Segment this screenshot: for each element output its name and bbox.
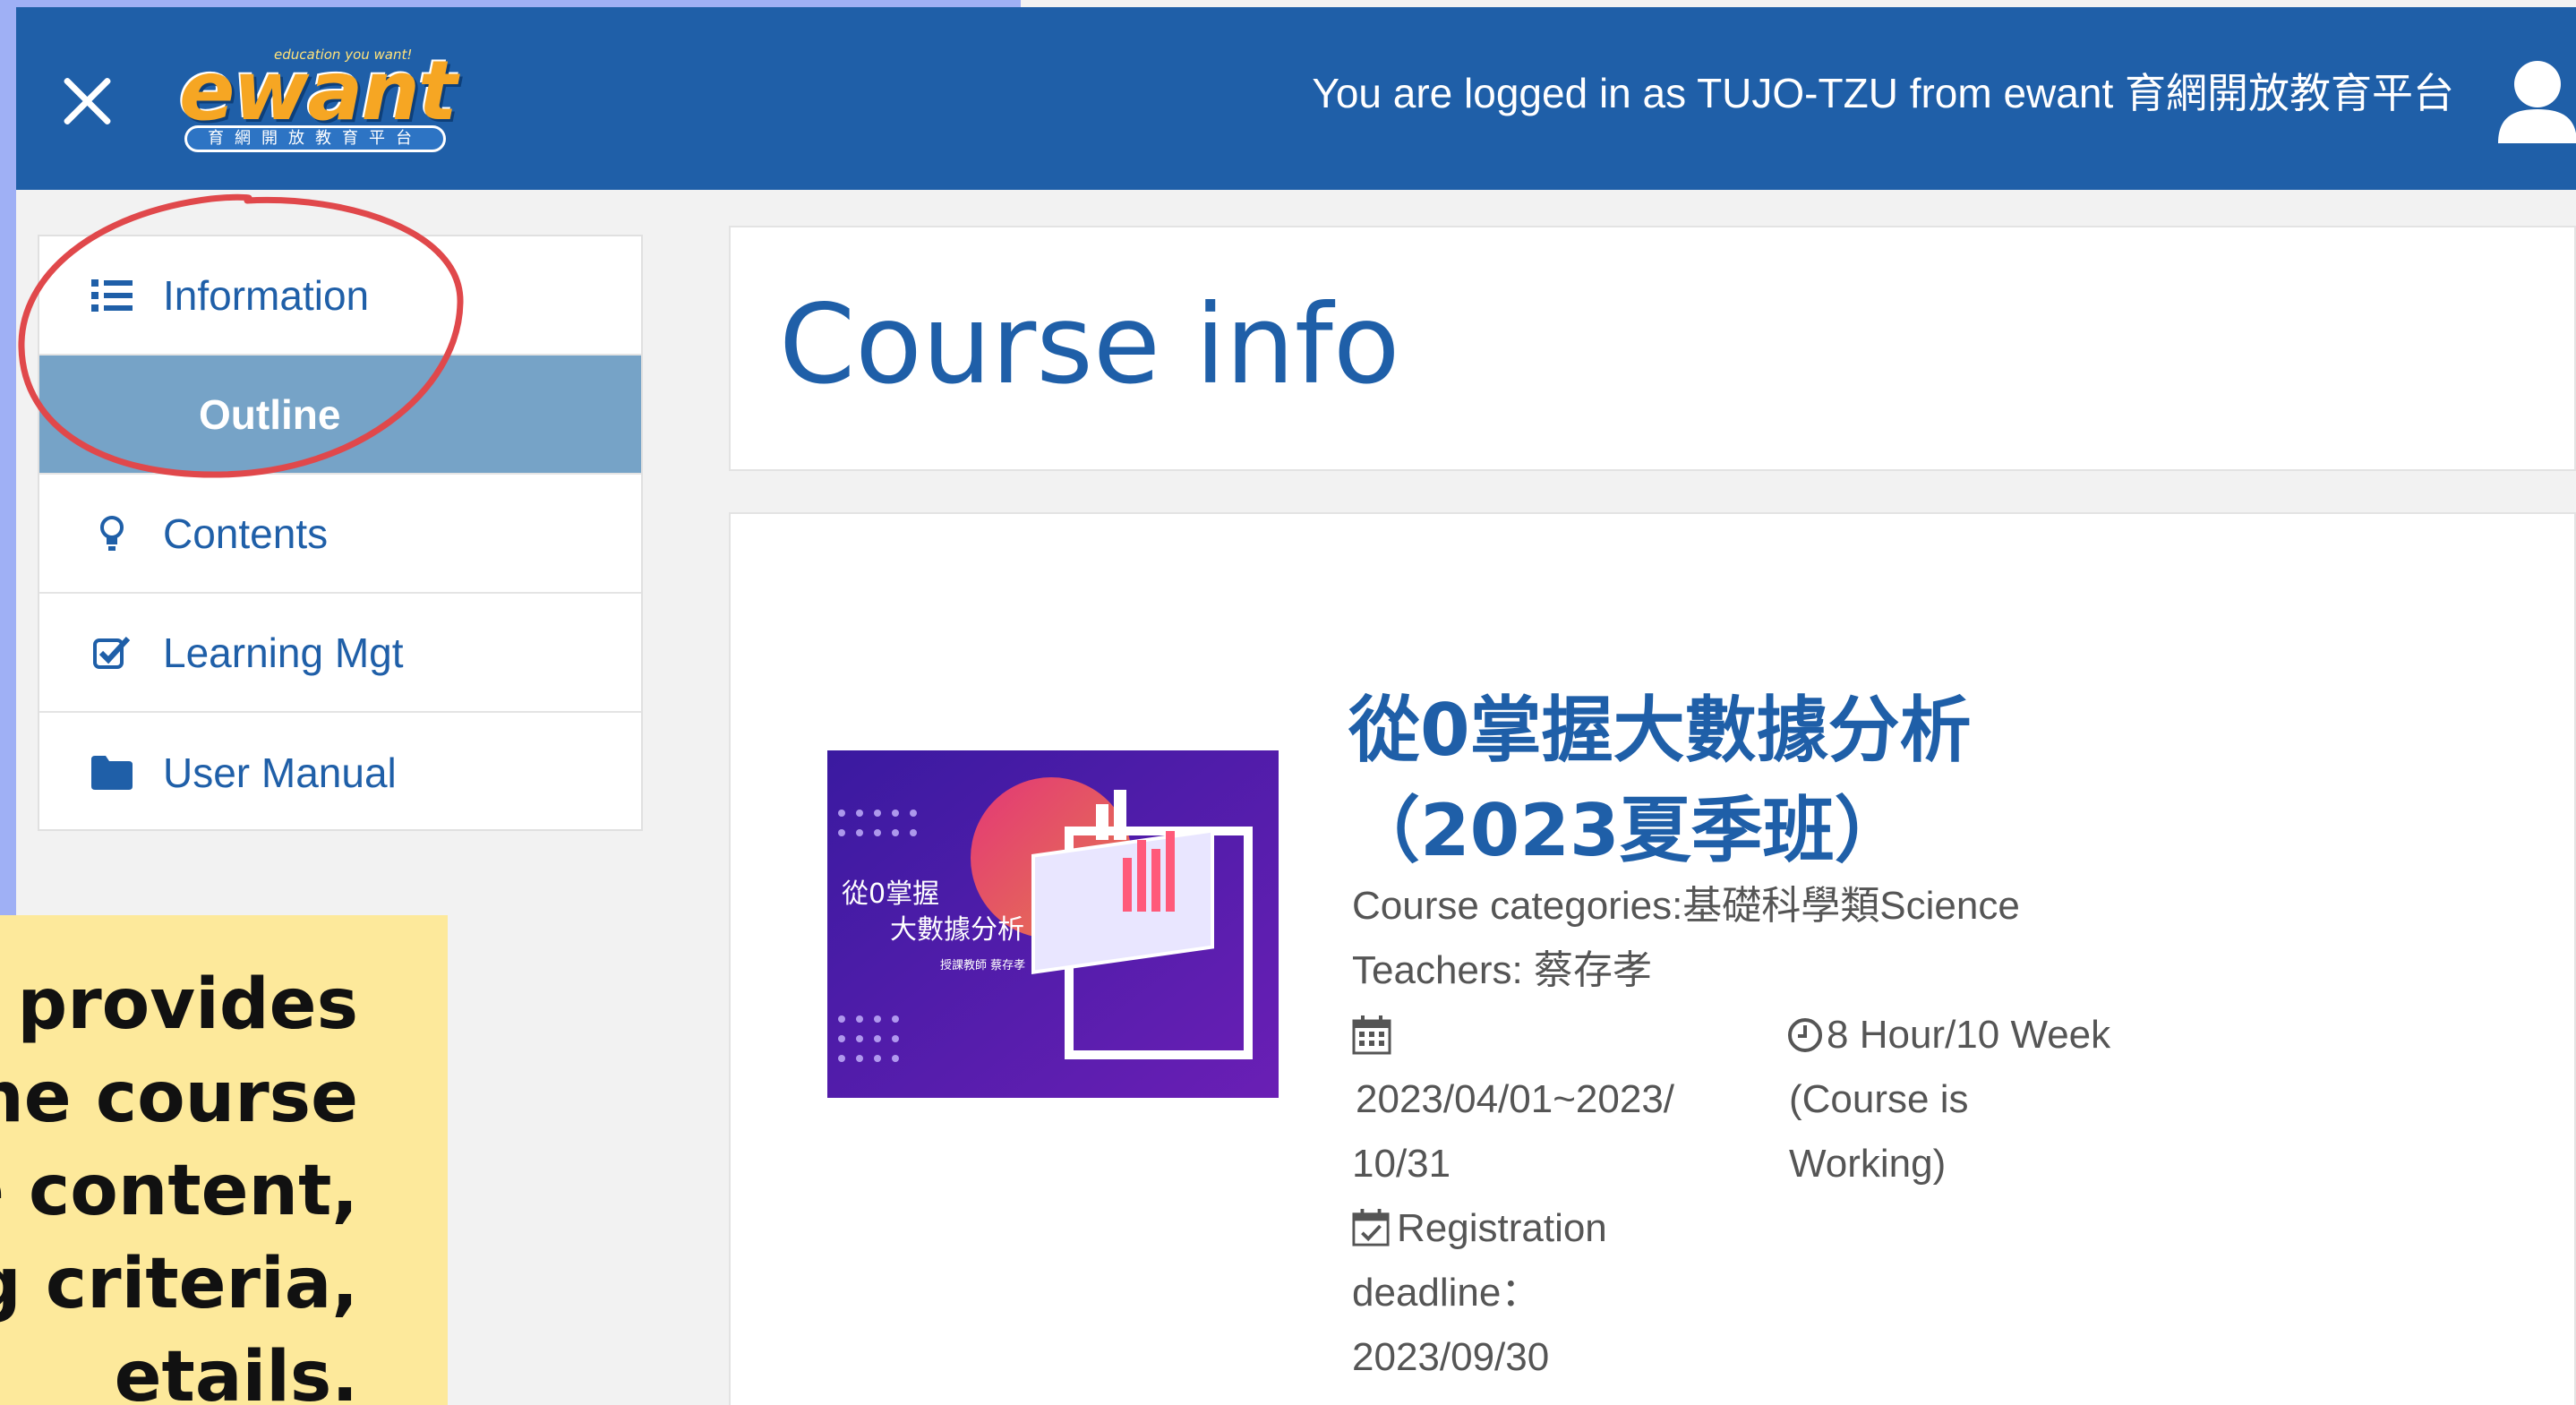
top-navbar: ewant education you want! 育網開放教育平台 You a… [16,7,2576,190]
ewant-logo[interactable]: ewant education you want! 育網開放教育平台 [167,38,462,158]
folder-icon [90,750,134,795]
course-date-range-line2: 10/31 [1352,1142,1451,1186]
thumbnail-title-line1: 從0掌握 [842,878,939,910]
course-title[interactable]: 從0掌握大數據分析 （2023夏季班） [1348,681,2154,881]
close-icon[interactable] [59,73,115,129]
page-header-card: Course info [729,226,2576,471]
sidebar-item-contents[interactable]: Contents [39,475,641,594]
slide-caption-text: us provides he course e content, ing cri… [0,958,358,1405]
sidebar-item-label: Information [163,271,370,319]
course-sidebar: Information Outline Contents Learning Mg… [38,235,643,831]
course-status-line1: (Course is [1789,1077,1969,1121]
list-icon [90,273,134,318]
caption-line: etails. [114,1337,358,1405]
course-status-line2: Working) [1789,1142,1947,1186]
course-categories: Course categories:基礎科學類Science [1352,884,2020,928]
slide-frame-left [0,0,16,922]
course-teachers: Teachers: 蔡存孝 [1352,948,1652,992]
caption-line: he course [0,1058,358,1138]
user-avatar-icon[interactable] [2496,57,2576,147]
course-title-line1: 從0掌握大數據分析 [1348,689,1972,772]
sidebar-item-label: User Manual [163,749,397,796]
sidebar-item-user-manual[interactable]: User Manual [39,713,641,832]
course-duration: 8 Hour/10 Week [1827,1013,2111,1057]
caption-line: ing criteria, [0,1244,358,1324]
check-square-icon [90,630,134,675]
slide-frame-top [0,0,1021,7]
course-title-line2: （2023夏季班） [1348,789,1906,872]
sidebar-item-label: Learning Mgt [163,629,404,676]
calendar-check-icon [1352,1209,1390,1247]
login-status: You are logged in as TUJO-TZU from ewant… [1312,70,2454,116]
sidebar-item-label: Outline [199,390,341,438]
registration-label-line2: deadline： [1352,1271,1541,1315]
sidebar-item-label: Contents [163,510,329,557]
thumbnail-caption: 授課教師 蔡存孝 [940,958,1025,972]
sidebar-item-outline[interactable]: Outline [39,356,641,475]
page-title: Course info [779,281,1400,408]
lightbulb-icon [90,511,134,556]
caption-line: e content, [0,1151,358,1231]
logo-tagline: education you want! [274,47,413,63]
sidebar-item-information[interactable]: Information [39,236,641,356]
calendar-icon [1352,1015,1391,1055]
course-date-range-line1: 2023/04/01~2023/ [1356,1077,1675,1121]
sidebar-item-learning-mgt[interactable]: Learning Mgt [39,594,641,713]
clock-icon [1788,1018,1822,1052]
slide-caption-box: us provides he course e content, ing cri… [0,915,448,1405]
registration-label-line1: Registration [1397,1206,1607,1250]
thumbnail-title-line2: 大數據分析 [890,914,1024,946]
caption-line: us provides [0,964,358,1045]
course-thumbnail-image[interactable]: 從0掌握 大數據分析 授課教師 蔡存孝 [827,750,1279,1098]
registration-deadline-date: 2023/09/30 [1352,1335,1550,1379]
logo-subtitle: 育網開放教育平台 [184,125,446,152]
